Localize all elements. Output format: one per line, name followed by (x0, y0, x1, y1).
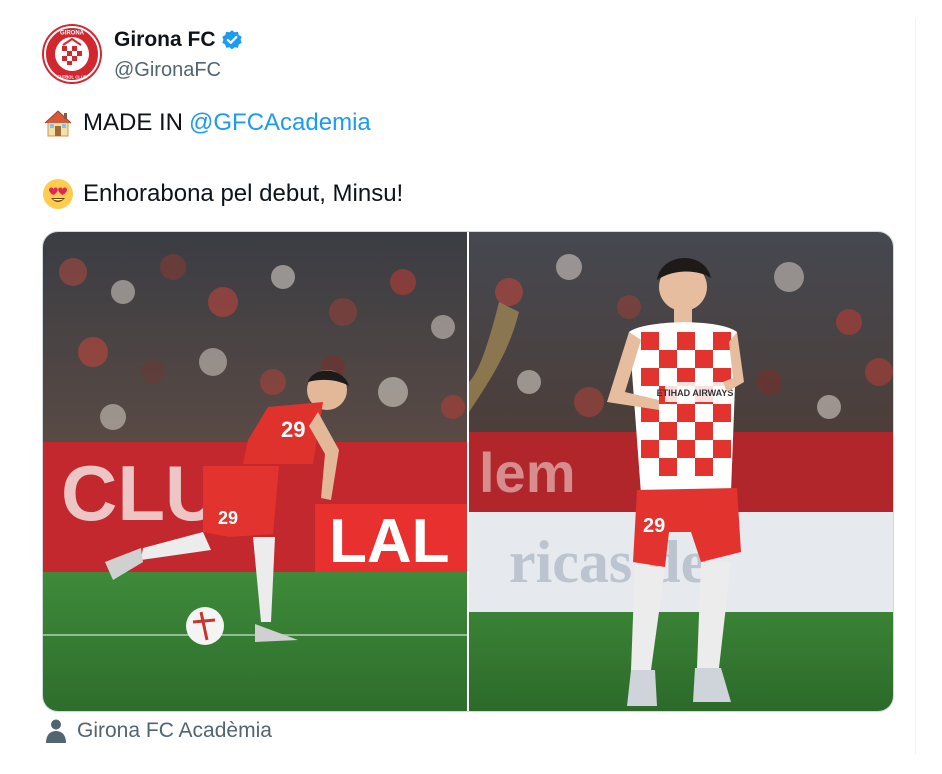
mention-link[interactable]: @GFCAcademia (189, 107, 371, 139)
svg-text:29: 29 (643, 515, 665, 537)
tweet-line-2: Enhorabona pel debut, Minsu! (42, 178, 403, 210)
person-icon (46, 719, 66, 743)
avatar[interactable]: GIRONA FUTBOL CLUB (42, 24, 102, 84)
handle[interactable]: @GironaFC (114, 56, 221, 84)
tweet-text-congrats: Enhorabona pel debut, Minsu! (83, 180, 404, 207)
svg-text:29: 29 (218, 508, 238, 528)
svg-text:ETIHAD AIRWAYS: ETIHAD AIRWAYS (657, 388, 734, 398)
svg-text:LAL: LAL (329, 507, 450, 576)
tagged-user-label[interactable]: Girona FC Acadèmia (77, 717, 272, 745)
svg-text:lem: lem (479, 441, 576, 504)
verified-badge-icon (221, 30, 242, 50)
svg-text:GIRONA: GIRONA (60, 31, 85, 37)
tweet-text-made-in: MADE IN (83, 109, 184, 136)
display-name[interactable]: Girona FC (114, 26, 216, 54)
svg-text:FUTBOL CLUB: FUTBOL CLUB (57, 75, 87, 80)
player-running-photo: lem ricas de ETIHAD AIRWAYS 29 (469, 232, 893, 711)
svg-text:29: 29 (281, 417, 305, 442)
tweet-line-1: MADE IN @GFCAcademia (42, 107, 371, 139)
svg-text:ricas de: ricas de (509, 529, 707, 595)
media-grid: CLUB LAL 29 29 lem ricas de ETIHAD AIRWA… (42, 231, 894, 712)
display-name-row[interactable]: Girona FC (114, 26, 243, 54)
player-dribbling-photo: CLUB LAL 29 29 (43, 232, 467, 711)
house-emoji-icon (42, 107, 74, 139)
heart-eyes-emoji-icon (42, 178, 74, 210)
girona-crest-icon: GIRONA FUTBOL CLUB (44, 26, 100, 82)
photo-right[interactable]: lem ricas de ETIHAD AIRWAYS 29 (469, 232, 893, 711)
column-divider (915, 18, 916, 754)
photo-left[interactable]: CLUB LAL 29 29 (43, 232, 467, 711)
tagged-user[interactable]: Girona FC Acadèmia (44, 717, 272, 745)
